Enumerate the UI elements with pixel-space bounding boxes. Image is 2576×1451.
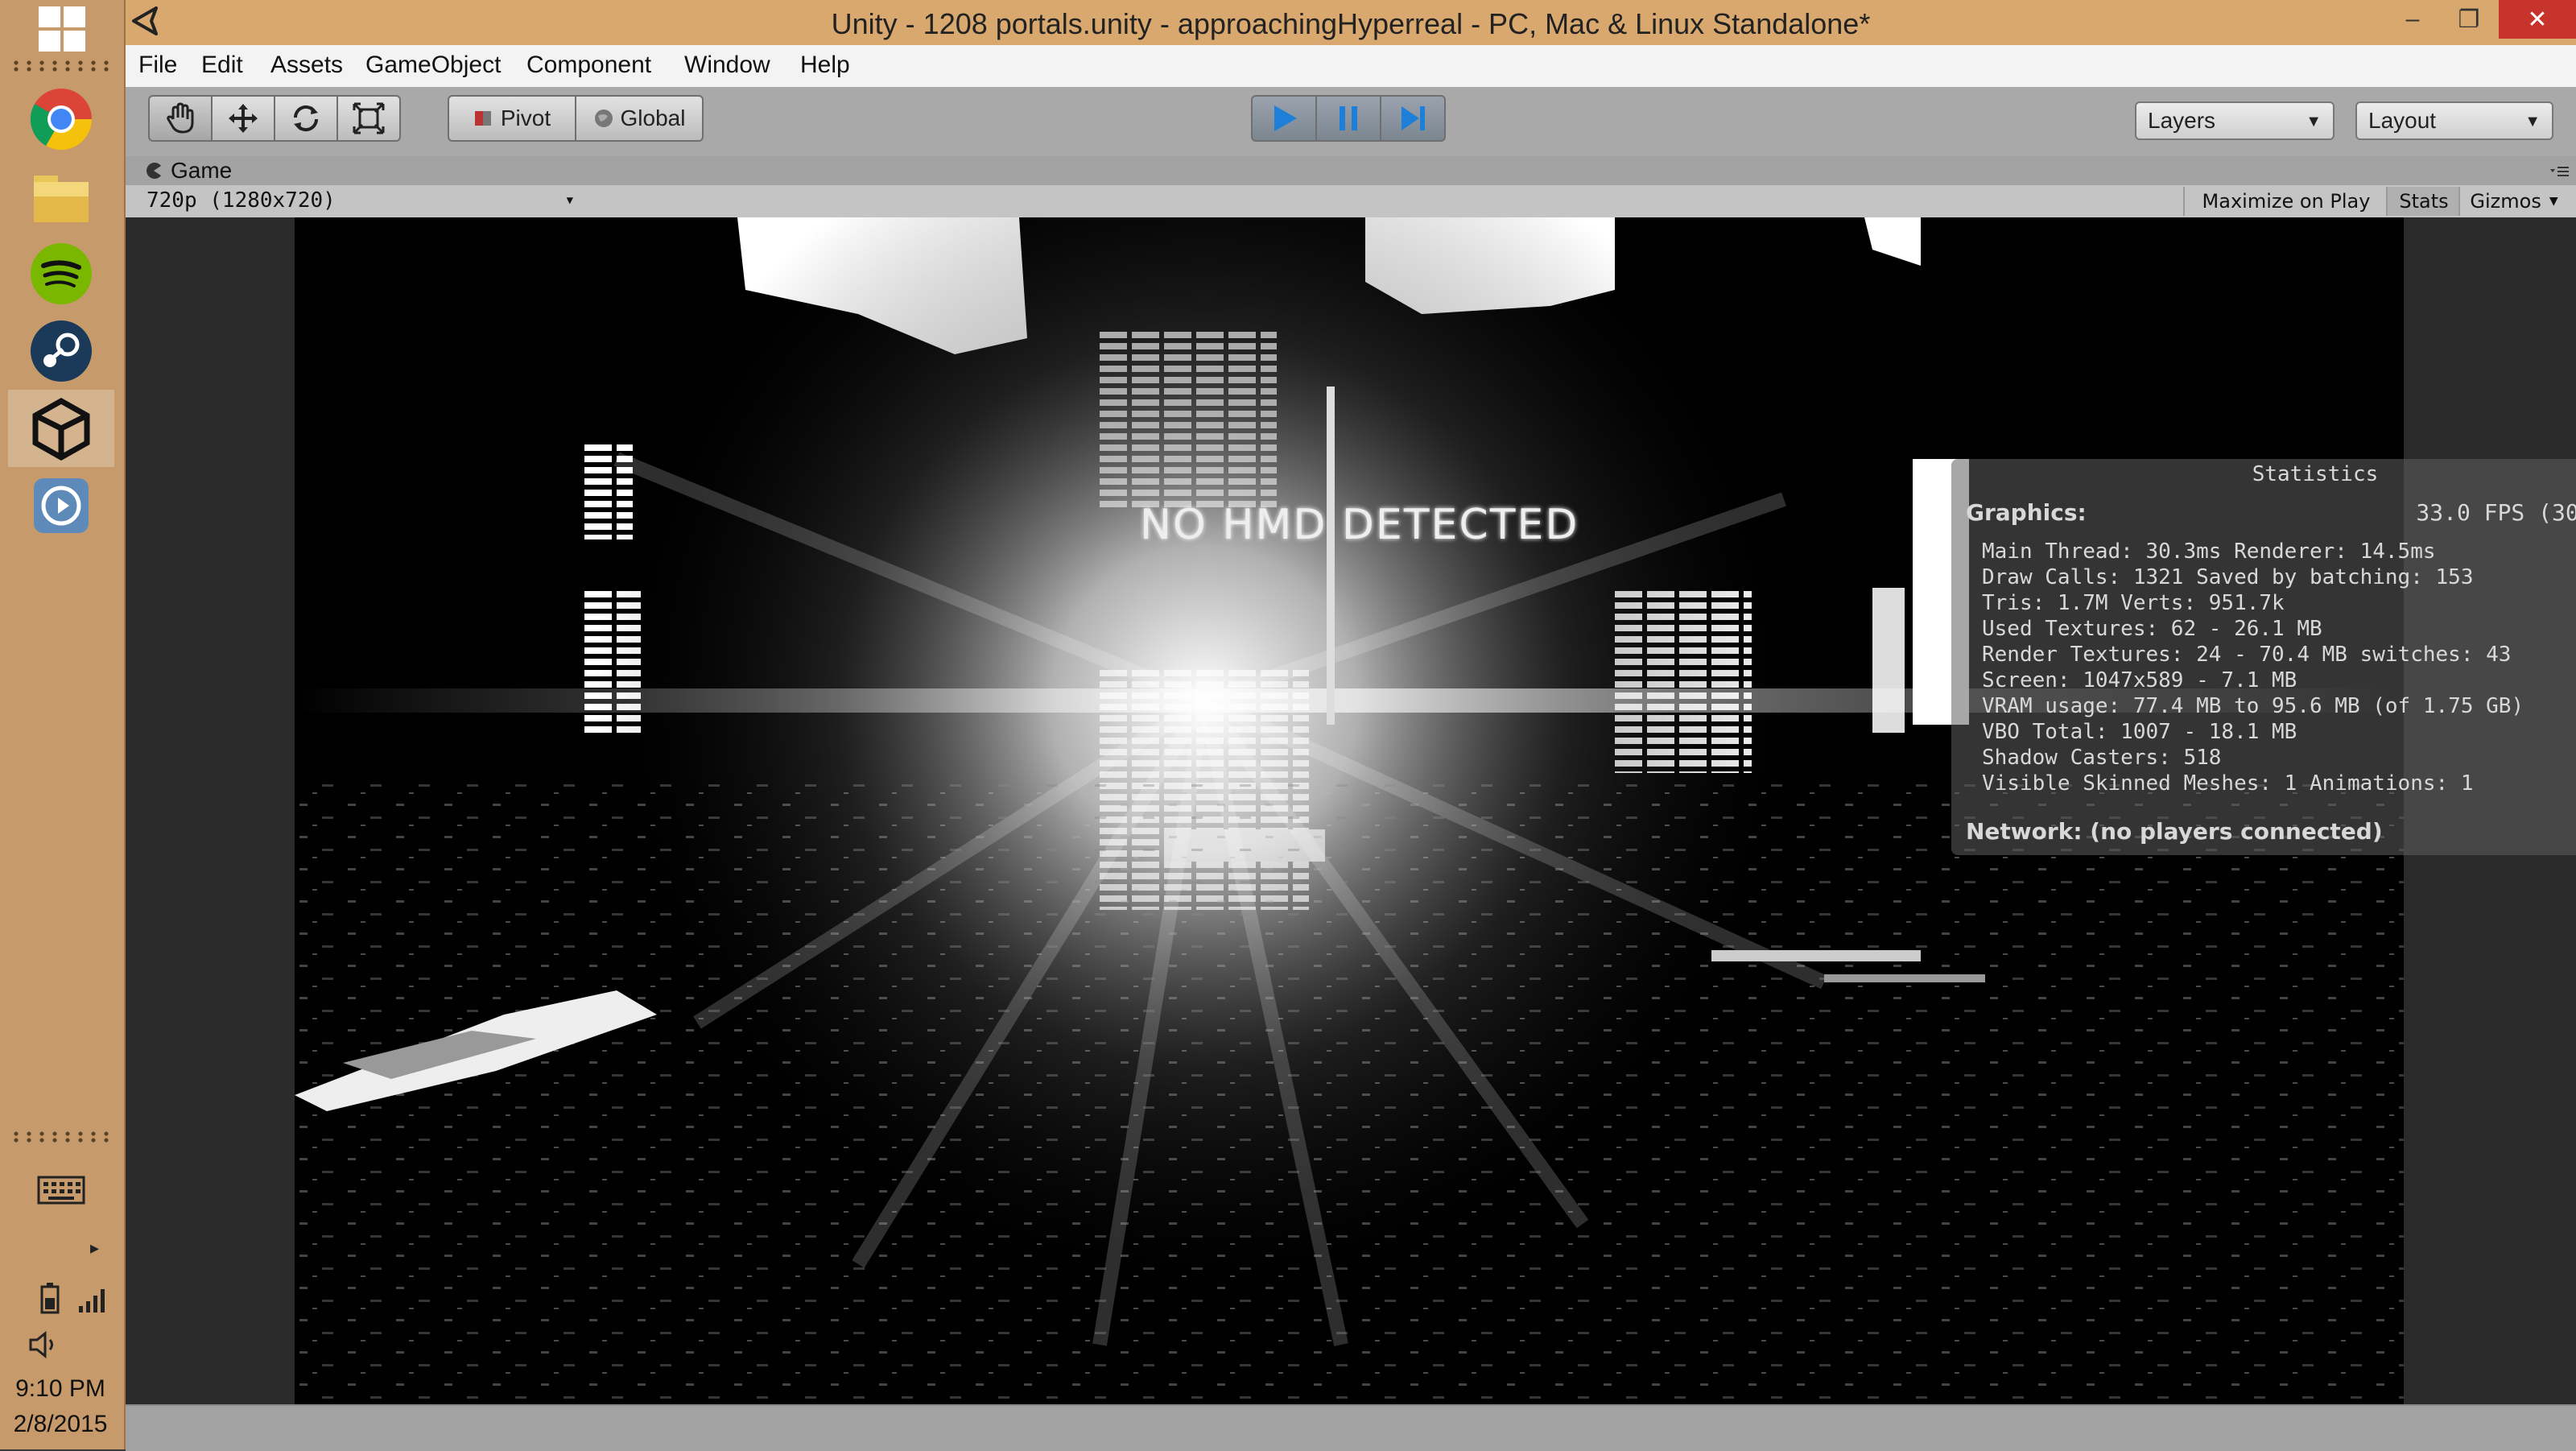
unity-taskbar-item[interactable] (8, 390, 114, 467)
rotate-tool-button[interactable] (274, 95, 338, 142)
hand-tool-button[interactable] (148, 95, 213, 142)
resolution-label: 720p (1280x720) (147, 188, 336, 213)
pause-icon (1340, 106, 1357, 130)
chevron-down-icon: ▼ (566, 194, 573, 207)
scale-tool-button[interactable] (336, 95, 401, 142)
game-view-area[interactable]: NO HMD DETECTED Statistics Graphics: 33.… (126, 217, 2576, 1404)
chevron-down-icon: ▼ (2524, 113, 2541, 130)
hand-icon (167, 102, 194, 134)
start-button[interactable] (39, 6, 85, 52)
layout-dropdown[interactable]: Layout ▼ (2355, 101, 2553, 140)
layers-label: Layers (2148, 108, 2216, 133)
stats-line: Draw Calls: 1321 Saved by batching: 153 (1982, 565, 2474, 589)
status-bar (126, 1404, 2576, 1451)
pivot-icon (474, 111, 491, 126)
network-status: Network: (no players connected) (1966, 818, 2383, 845)
layout-label: Layout (2368, 108, 2437, 133)
network-signal-icon[interactable] (77, 1285, 109, 1316)
panel-menu-icon[interactable] (2549, 164, 2570, 179)
battery-icon[interactable] (39, 1282, 61, 1317)
gizmos-label: Gizmos (2470, 190, 2541, 213)
move-arrows-icon (229, 104, 258, 133)
stats-line: Shadow Casters: 518 (1982, 746, 2222, 770)
menu-component[interactable]: Component (526, 52, 651, 79)
statistics-panel: Statistics Graphics: 33.0 FPS (30.3ms) M… (1951, 459, 2576, 855)
step-button[interactable] (1380, 95, 1446, 142)
menu-edit[interactable]: Edit (201, 52, 243, 79)
taskbar-grip-lower[interactable] (10, 1131, 114, 1143)
spotify-taskbar-item[interactable] (23, 235, 100, 312)
step-icon (1402, 106, 1425, 130)
move-tool-button[interactable] (211, 95, 275, 142)
explorer-taskbar-item[interactable] (23, 158, 100, 235)
game-tab-bar: Game (126, 156, 2576, 185)
chevron-down-icon: ▼ (2306, 113, 2322, 130)
restore-button[interactable]: ❐ (2442, 0, 2496, 39)
chrome-taskbar-item[interactable] (23, 81, 100, 158)
chevron-down-icon: ▼ (2549, 195, 2558, 208)
globe-icon (594, 110, 613, 127)
window-titlebar[interactable]: Unity - 1208 portals.unity - approaching… (126, 0, 2576, 45)
maximize-on-play-toggle[interactable]: Maximize on Play (2183, 187, 2388, 216)
pivot-label: Pivot (500, 105, 551, 130)
window-title: Unity - 1208 portals.unity - approaching… (831, 7, 1871, 40)
play-icon (1274, 105, 1297, 131)
menu-file[interactable]: File (138, 52, 177, 79)
menu-help[interactable]: Help (800, 52, 850, 79)
gizmos-dropdown[interactable]: Gizmos ▼ (2458, 187, 2568, 216)
graphics-label: Graphics: (1966, 499, 2087, 526)
close-button[interactable]: ✕ (2499, 0, 2576, 39)
stats-line: Screen: 1047x589 - 7.1 MB (1982, 668, 2297, 692)
stats-line: VBO Total: 1007 - 18.1 MB (1982, 720, 2297, 744)
layers-dropdown[interactable]: Layers ▼ (2135, 101, 2334, 140)
stats-line: Render Textures: 24 - 70.4 MB switches: … (1982, 643, 2512, 667)
pause-button[interactable] (1315, 95, 1381, 142)
stats-line: Main Thread: 30.3ms Renderer: 14.5ms (1982, 539, 2436, 564)
stats-toggle[interactable]: Stats (2386, 187, 2460, 216)
steam-icon (31, 320, 92, 382)
menu-bar: File Edit Assets GameObject Component Wi… (126, 45, 2576, 88)
no-hmd-detected-text: NO HMD DETECTED (1140, 501, 1579, 549)
game-controls-bar: 720p (1280x720) ▼ Maximize on Play Stats… (126, 185, 2576, 218)
stats-line: Used Textures: 62 - 26.1 MB (1982, 617, 2322, 641)
spotify-icon (31, 243, 92, 304)
statistics-title: Statistics (2252, 462, 2379, 486)
taskbar: ▸ 9:10 PM 2/8/2015 (0, 0, 126, 1449)
menu-gameobject[interactable]: GameObject (365, 52, 501, 79)
minimize-button[interactable]: – (2386, 0, 2439, 39)
global-toggle-button[interactable]: Global (575, 95, 704, 142)
global-label: Global (620, 105, 686, 130)
menu-window[interactable]: Window (684, 52, 770, 79)
stats-line: VRAM usage: 77.4 MB to 95.6 MB (of 1.75 … (1982, 694, 2524, 718)
fps-value: 33.0 FPS (30.3ms) (2416, 499, 2576, 526)
remote-icon (34, 478, 89, 533)
chrome-icon (30, 89, 93, 151)
unity-icon (32, 397, 90, 461)
taskbar-grip[interactable] (10, 60, 114, 72)
tab-game[interactable]: Game (145, 156, 232, 185)
touch-keyboard-icon[interactable] (37, 1174, 85, 1209)
pivot-toggle-button[interactable]: Pivot (448, 95, 576, 142)
resolution-dropdown[interactable]: 720p (1280x720) ▼ (132, 187, 578, 214)
show-hidden-icons-icon[interactable]: ▸ (90, 1238, 99, 1259)
volume-icon[interactable] (27, 1330, 61, 1362)
toolbar: Pivot Global Layers ▼ Layout ▼ (126, 87, 2576, 158)
steam-taskbar-item[interactable] (23, 312, 100, 390)
pacman-icon (147, 163, 161, 179)
windows-logo-icon (39, 6, 85, 52)
play-button[interactable] (1251, 95, 1317, 142)
stats-line: Tris: 1.7M Verts: 951.7k (1982, 591, 2285, 615)
stats-line: Visible Skinned Meshes: 1 Animations: 1 (1982, 771, 2474, 796)
clock-time[interactable]: 9:10 PM (0, 1375, 121, 1403)
clock-date[interactable]: 2/8/2015 (0, 1411, 121, 1438)
scale-icon (353, 102, 385, 134)
rotate-icon (293, 105, 319, 132)
file-explorer-icon (34, 176, 89, 222)
menu-assets[interactable]: Assets (270, 52, 343, 79)
tab-game-label: Game (171, 158, 233, 183)
remote-taskbar-item[interactable] (23, 467, 100, 544)
